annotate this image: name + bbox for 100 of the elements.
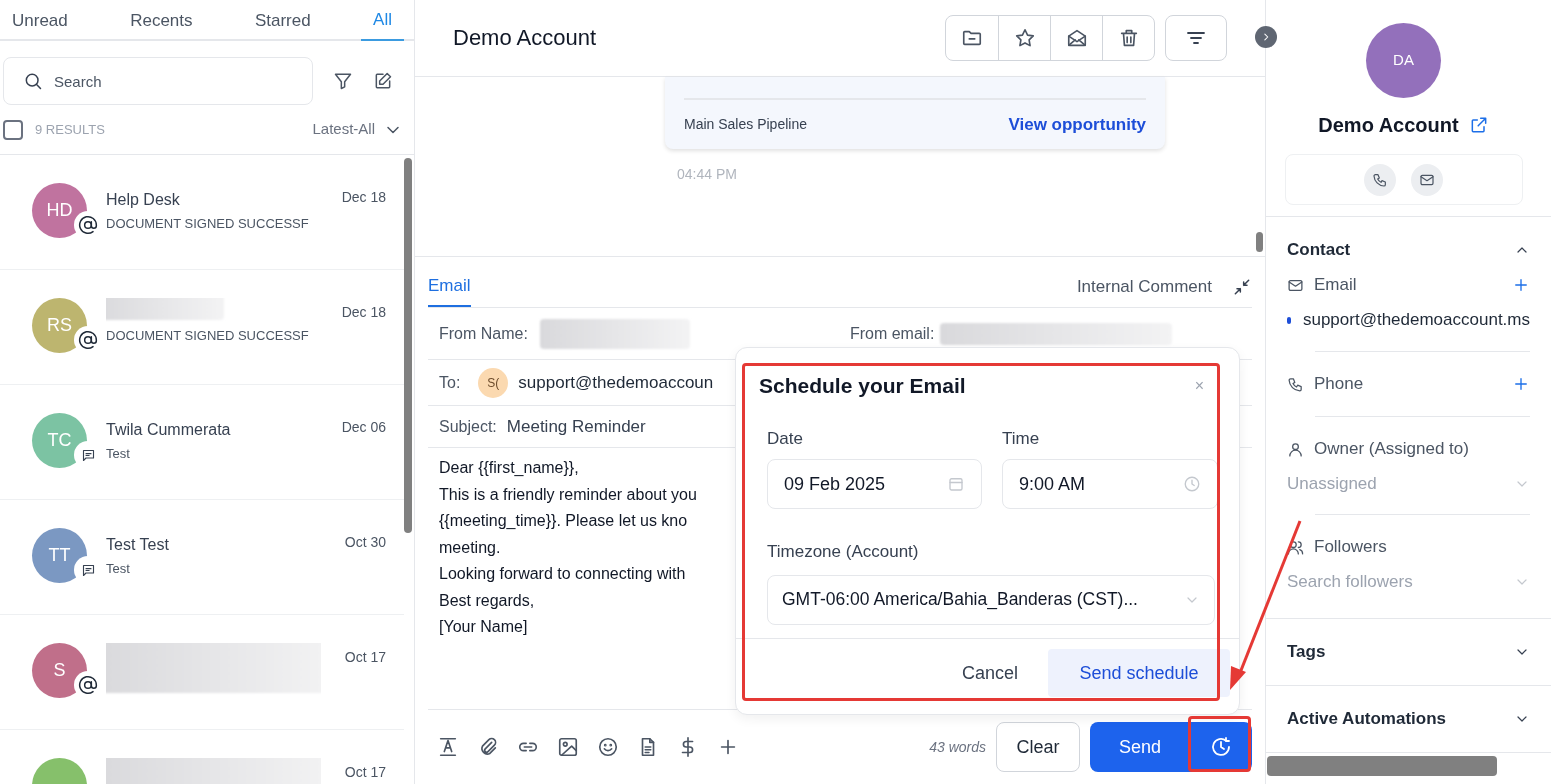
body-line: Looking forward to connecting with bbox=[439, 564, 686, 584]
field-label: To: bbox=[439, 372, 461, 393]
popup-title: Schedule your Email bbox=[759, 373, 966, 399]
message-preview: DOCUMENT SIGNED SUCCESSF bbox=[106, 327, 310, 345]
field-label: From email: bbox=[849, 323, 935, 344]
avatar-initials: TC bbox=[47, 429, 72, 452]
field-label: Date bbox=[767, 427, 804, 450]
tab[interactable]: Email bbox=[428, 267, 471, 307]
collapse-icon[interactable] bbox=[1232, 277, 1252, 297]
timezone-dropdown[interactable]: GMT-06:00 America/Bahia_Banderas (CST)... bbox=[767, 574, 1215, 625]
view-opportunity-link[interactable]: View opportunity bbox=[1008, 111, 1146, 138]
results-count: 9 RESULTS bbox=[35, 120, 105, 139]
word-count: 43 words bbox=[929, 737, 986, 757]
body-line: [Your Name] bbox=[439, 617, 528, 637]
text-format-icon[interactable] bbox=[437, 736, 459, 758]
sort-button[interactable] bbox=[1165, 14, 1227, 61]
body-line: This is a friendly reminder about you bbox=[439, 484, 697, 505]
conversation-item[interactable]: Oct 17 bbox=[0, 730, 404, 784]
phone-icon bbox=[1287, 375, 1304, 393]
sort-dropdown[interactable]: Latest-All bbox=[312, 118, 375, 141]
recipient-avatar: S( bbox=[478, 367, 509, 398]
message-preview: Test bbox=[106, 445, 131, 463]
contact-email: support@thedemoaccount.ms bbox=[1302, 309, 1530, 332]
field-label: Followers bbox=[1314, 536, 1387, 559]
body-line: Best regards, bbox=[439, 590, 535, 611]
body-line: meeting. bbox=[439, 537, 501, 558]
search-icon bbox=[23, 71, 43, 91]
add-icon[interactable] bbox=[1512, 375, 1530, 393]
conversation-item[interactable]: RS DOCUMENT SIGNED SUCCESSF Dec 18 bbox=[0, 270, 404, 385]
filter-icon[interactable] bbox=[333, 71, 353, 91]
tab[interactable]: All bbox=[361, 0, 404, 41]
contact-name: Twila Cummerata bbox=[106, 420, 232, 438]
compose-icon[interactable] bbox=[373, 71, 393, 91]
clock-icon bbox=[1209, 735, 1233, 759]
message-preview: DOCUMENT SIGNED SUCCESSF bbox=[106, 215, 310, 233]
subject-value: Meeting Reminder bbox=[506, 415, 646, 438]
emoji-icon[interactable] bbox=[597, 736, 619, 758]
contact-name: Help Desk bbox=[106, 190, 181, 208]
conversation-item[interactable]: S Oct 17 bbox=[0, 615, 404, 730]
call-button[interactable] bbox=[1364, 163, 1396, 196]
star-icon bbox=[1013, 26, 1036, 49]
at-icon bbox=[78, 330, 98, 350]
search-field[interactable]: Search bbox=[3, 57, 313, 105]
message-icon bbox=[80, 447, 96, 463]
cancel-button[interactable]: Cancel bbox=[951, 649, 1028, 697]
clear-button[interactable]: Clear bbox=[996, 722, 1080, 772]
field-label: Email bbox=[1314, 274, 1357, 297]
field-label: Phone bbox=[1314, 373, 1364, 396]
avatar-initials: RS bbox=[47, 314, 72, 337]
field-label: Subject: bbox=[439, 416, 497, 437]
contact-name: Test Test bbox=[106, 535, 170, 553]
conversation-title: Demo Account bbox=[453, 24, 597, 53]
scrollbar[interactable] bbox=[1256, 231, 1263, 252]
tab[interactable]: Recents bbox=[118, 0, 205, 41]
pipeline-name: Main Sales Pipeline bbox=[684, 114, 807, 134]
field-label: Time bbox=[1002, 427, 1041, 450]
recipient-email: support@thedemoaccoun bbox=[518, 371, 714, 394]
field-label: Owner (Assigned to) bbox=[1314, 438, 1469, 461]
scrollbar[interactable] bbox=[404, 158, 412, 533]
avatar-initials: HD bbox=[46, 199, 73, 222]
email-button[interactable] bbox=[1411, 163, 1443, 196]
conversation-date: Oct 17 bbox=[344, 763, 386, 782]
section-header[interactable]: Tags bbox=[1287, 619, 1530, 685]
section-header[interactable]: Active Automations bbox=[1287, 686, 1530, 752]
user-icon bbox=[1287, 440, 1304, 458]
body-line: Dear {{first_name}}, bbox=[439, 458, 579, 478]
expand-button[interactable] bbox=[1255, 26, 1277, 48]
conversation-date: Dec 06 bbox=[341, 418, 386, 437]
tab[interactable]: Unread bbox=[0, 0, 80, 41]
date-field[interactable]: 09 Feb 2025 bbox=[767, 459, 982, 509]
at-icon bbox=[78, 675, 98, 695]
conversation-item[interactable]: TC Twila Cummerata Test Dec 06 bbox=[0, 385, 404, 500]
conversation-date: Dec 18 bbox=[341, 188, 386, 207]
at-icon bbox=[78, 215, 98, 235]
message-icon bbox=[80, 562, 96, 578]
message-time: 04:44 PM bbox=[677, 164, 737, 184]
conversation-date: Oct 30 bbox=[344, 533, 386, 552]
conversation-item[interactable]: HD Help Desk DOCUMENT SIGNED SUCCESSF Dec 18 bbox=[0, 155, 404, 270]
body-line: {{meeting_time}}. Please let us kno bbox=[439, 511, 688, 531]
send-schedule-button[interactable]: Send schedule bbox=[1048, 649, 1230, 697]
clock-icon bbox=[1183, 475, 1201, 493]
add-icon[interactable] bbox=[1512, 276, 1530, 294]
calendar-icon bbox=[947, 475, 965, 493]
field-label: From Name: bbox=[439, 323, 528, 344]
conversation-date: Oct 17 bbox=[344, 648, 386, 667]
avatar-initials: S bbox=[53, 659, 66, 682]
avatar-initials: TT bbox=[48, 544, 71, 567]
image-icon[interactable] bbox=[557, 736, 579, 758]
select-all-checkbox[interactable] bbox=[3, 119, 23, 140]
message-preview: Test bbox=[106, 560, 131, 578]
tab[interactable]: Starred bbox=[242, 0, 323, 41]
contact-avatar: DA bbox=[1366, 23, 1441, 98]
phone-icon bbox=[1372, 171, 1388, 188]
users-icon bbox=[1287, 538, 1304, 556]
contact-name: Demo Account bbox=[1318, 113, 1459, 138]
highlight-frame bbox=[1188, 716, 1251, 772]
conversation-item[interactable]: TT Test Test Test Oct 30 bbox=[0, 500, 404, 615]
scrollbar[interactable] bbox=[1267, 756, 1497, 776]
tab[interactable]: Internal Comment bbox=[1076, 267, 1212, 307]
conversation-date: Dec 18 bbox=[341, 303, 386, 322]
